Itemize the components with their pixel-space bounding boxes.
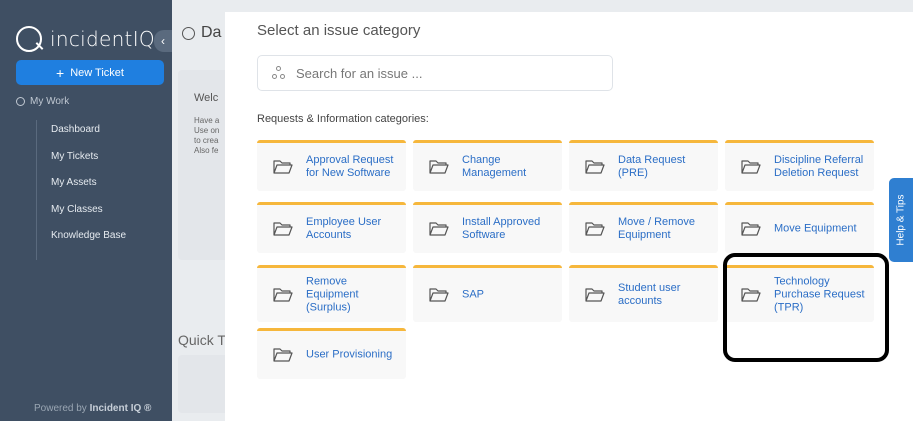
folder-icon <box>273 160 293 174</box>
category-tile[interactable]: Move Equipment <box>725 202 874 253</box>
sidebar-item-knowledge-base[interactable]: Knowledge Base <box>37 226 126 253</box>
category-tile[interactable]: Remove Equipment (Surplus) <box>257 265 406 322</box>
logo-text: incidentIQ. <box>50 27 162 51</box>
page-title-text: Da <box>201 24 222 41</box>
category-label: Approval Request for New Software <box>306 154 394 179</box>
category-label: Data Request (PRE) <box>618 154 686 179</box>
category-label: Move / Remove Equipment <box>618 216 696 241</box>
dashboard-icon <box>182 26 195 40</box>
collapse-sidebar-button[interactable]: ‹ <box>154 30 172 52</box>
plus-icon: + <box>56 64 65 81</box>
quick-tickets-heading: Quick T <box>178 332 226 348</box>
category-label: Discipline Referral Deletion Request <box>774 154 864 179</box>
category-tile[interactable]: Data Request (PRE) <box>569 140 718 191</box>
category-label: SAP <box>462 288 485 301</box>
category-tile[interactable]: Approval Request for New Software <box>257 140 406 191</box>
category-label: User Provisioning <box>306 348 393 361</box>
category-tile[interactable]: Change Management <box>413 140 562 191</box>
sidebar-item-dashboard[interactable]: Dashboard <box>37 120 126 147</box>
sidebar-item-my-classes[interactable]: My Classes <box>37 200 126 227</box>
welcome-heading: Welc <box>194 92 219 104</box>
folder-icon <box>273 348 293 362</box>
user-icon <box>16 97 25 106</box>
logo[interactable]: incidentIQ. <box>16 24 162 54</box>
folder-icon <box>585 288 605 302</box>
powered-prefix: Powered by <box>34 403 87 414</box>
page-title: Da <box>182 24 221 42</box>
folder-icon <box>429 222 449 236</box>
highlight-box <box>723 253 889 362</box>
logo-icon <box>16 26 42 52</box>
category-tile[interactable]: Install Approved Software <box>413 202 562 253</box>
category-label: Move Equipment <box>774 222 857 235</box>
category-label: Remove Equipment (Surplus) <box>306 275 359 314</box>
folder-icon <box>429 160 449 174</box>
sidebar-item-my-tickets[interactable]: My Tickets <box>37 147 126 174</box>
folder-icon <box>273 288 293 302</box>
category-tile[interactable]: Employee User Accounts <box>257 202 406 253</box>
folder-icon <box>585 222 605 236</box>
folder-icon <box>741 222 761 236</box>
modal-title: Select an issue category <box>257 22 421 39</box>
search-placeholder: Search for an issue ... <box>296 65 423 81</box>
new-ticket-label: New Ticket <box>70 66 124 79</box>
welcome-text: Have a Use on to crea Also fe <box>194 116 220 155</box>
new-ticket-button[interactable]: + New Ticket <box>16 60 164 85</box>
sidebar: incidentIQ. ‹ + New Ticket My Work Dashb… <box>0 0 172 421</box>
category-label: Employee User Accounts <box>306 216 382 241</box>
help-tips-label: Help & Tips <box>895 194 907 246</box>
category-label: Change Management <box>462 154 527 179</box>
category-tile[interactable]: User Provisioning <box>257 328 406 379</box>
search-input[interactable]: Search for an issue ... <box>257 55 613 91</box>
powered-by[interactable]: Powered by Incident IQ ® <box>34 403 151 414</box>
my-work-label: My Work <box>30 96 70 107</box>
folder-icon <box>741 160 761 174</box>
category-label: Install Approved Software <box>462 216 541 241</box>
sidebar-item-my-assets[interactable]: My Assets <box>37 173 126 200</box>
section-label: Requests & Information categories: <box>257 113 429 125</box>
category-tile[interactable]: Move / Remove Equipment <box>569 202 718 253</box>
category-tile[interactable]: SAP <box>413 265 562 322</box>
my-work-section[interactable]: My Work <box>16 96 69 107</box>
folder-icon <box>585 160 605 174</box>
help-tips-tab[interactable]: Help & Tips <box>889 178 913 262</box>
folder-icon <box>429 288 449 302</box>
category-tile[interactable]: Discipline Referral Deletion Request <box>725 140 874 191</box>
search-icon <box>272 66 286 80</box>
folder-icon <box>273 222 293 236</box>
powered-brand: Incident IQ ® <box>89 403 152 414</box>
category-tile[interactable]: Student user accounts <box>569 265 718 322</box>
sidebar-nav: Dashboard My Tickets My Assets My Classe… <box>36 120 126 260</box>
category-label: Student user accounts <box>618 282 681 307</box>
